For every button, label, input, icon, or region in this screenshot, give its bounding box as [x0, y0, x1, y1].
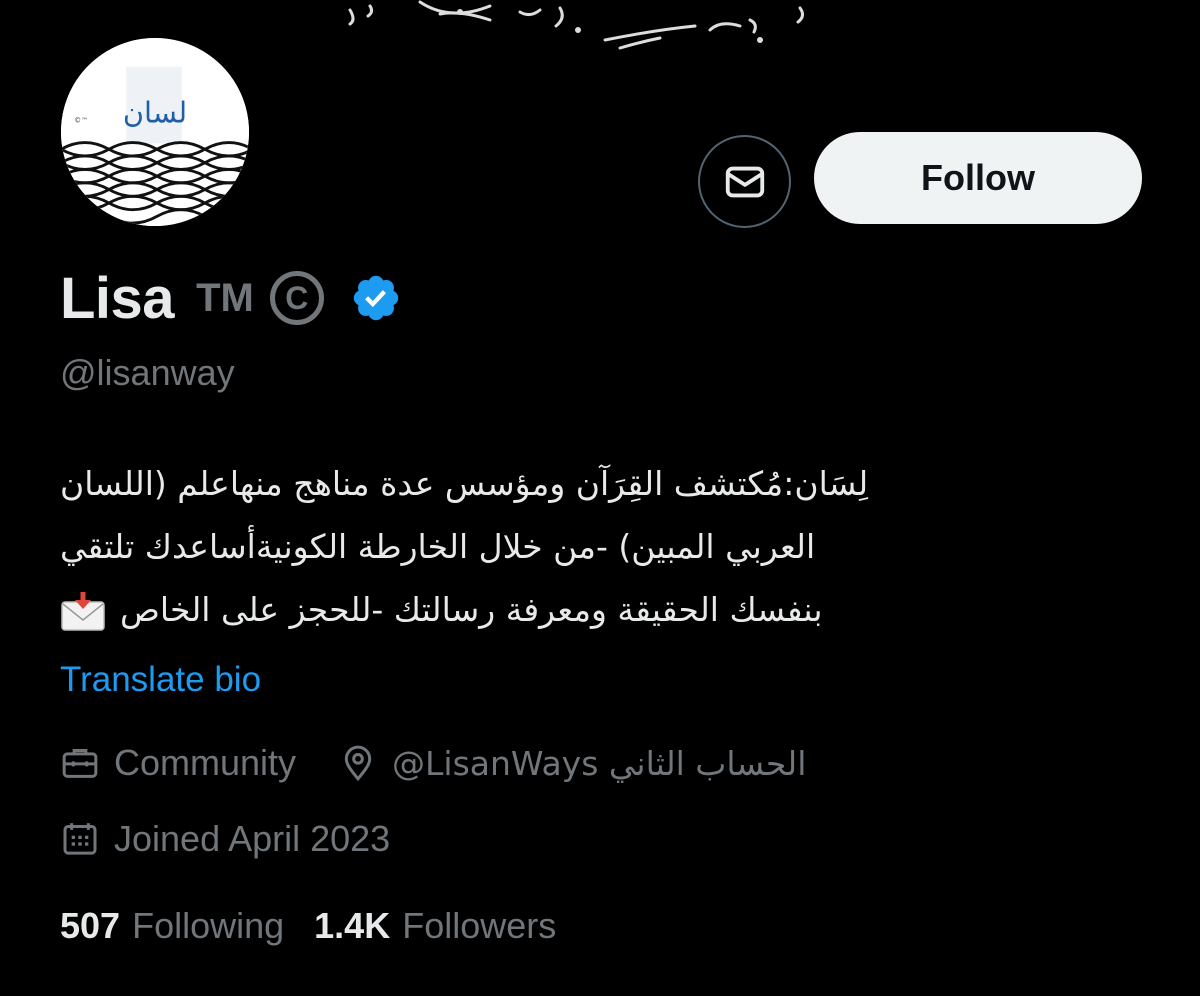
joined-label: Joined April 2023	[114, 818, 391, 859]
display-name: Lisa	[60, 265, 175, 331]
copyright-icon: C	[269, 271, 324, 325]
joined-item: Joined April 2023	[60, 818, 390, 860]
profile-handle: @lisanway	[60, 352, 235, 393]
message-button[interactable]	[698, 135, 791, 228]
envelope-icon	[725, 166, 764, 197]
bio-last-line: بنفسك الحقيقة ومعرفة رسالتك -للحجز على ا…	[60, 578, 1100, 641]
follow-counts: 507 Following 1.4K Followers	[60, 905, 556, 947]
location-pin-icon	[344, 745, 372, 782]
incoming-envelope-icon	[61, 591, 105, 631]
location-label: @LisanWays الحساب الثاني	[392, 743, 807, 783]
followers-label: Followers	[402, 905, 557, 946]
briefcase-icon	[62, 749, 98, 778]
followers-count: 1.4K	[314, 905, 391, 946]
following-link[interactable]: 507 Following	[60, 905, 284, 947]
translate-bio-link[interactable]: Translate bio	[60, 660, 261, 700]
following-label: Following	[132, 905, 285, 946]
category-label: Community	[114, 742, 297, 783]
profile-meta-row: Community @LisanWays الحساب الثاني	[60, 742, 806, 784]
trademark-suffix: TM	[196, 275, 254, 320]
svg-text:©™: ©™	[74, 116, 87, 124]
svg-text:لسان: لسان	[123, 95, 187, 129]
profile-joined: Joined April 2023	[60, 818, 390, 860]
profile-page: لسان ©™ Follow Lisa TM C @lisanway لِسَا…	[0, 0, 1200, 996]
profile-category: Community	[60, 742, 296, 784]
follow-button[interactable]: Follow	[814, 132, 1142, 224]
followers-link[interactable]: 1.4K Followers	[314, 905, 556, 947]
bio-line: العربي المبين) -من خلال الخارطة الكونيةأ…	[60, 527, 816, 566]
profile-location: @LisanWays الحساب الثاني	[338, 743, 806, 783]
name-row: Lisa TM C	[60, 262, 402, 334]
verified-badge-icon[interactable]	[350, 272, 402, 324]
profile-avatar[interactable]: لسان ©™	[57, 34, 253, 230]
bio-line: لِسَان:مُكتشف القِرَآن ومؤسس عدة مناهج م…	[60, 464, 869, 503]
banner-calligraphy	[348, 0, 805, 50]
bio-line: بنفسك الحقيقة ومعرفة رسالتك -للحجز على ا…	[120, 590, 823, 629]
lisan-logo-icon: لسان ©™	[61, 38, 249, 226]
following-count: 507	[60, 905, 121, 946]
calendar-icon	[63, 823, 97, 855]
profile-bio: لِسَان:مُكتشف القِرَآن ومؤسس عدة مناهج م…	[60, 452, 1100, 641]
